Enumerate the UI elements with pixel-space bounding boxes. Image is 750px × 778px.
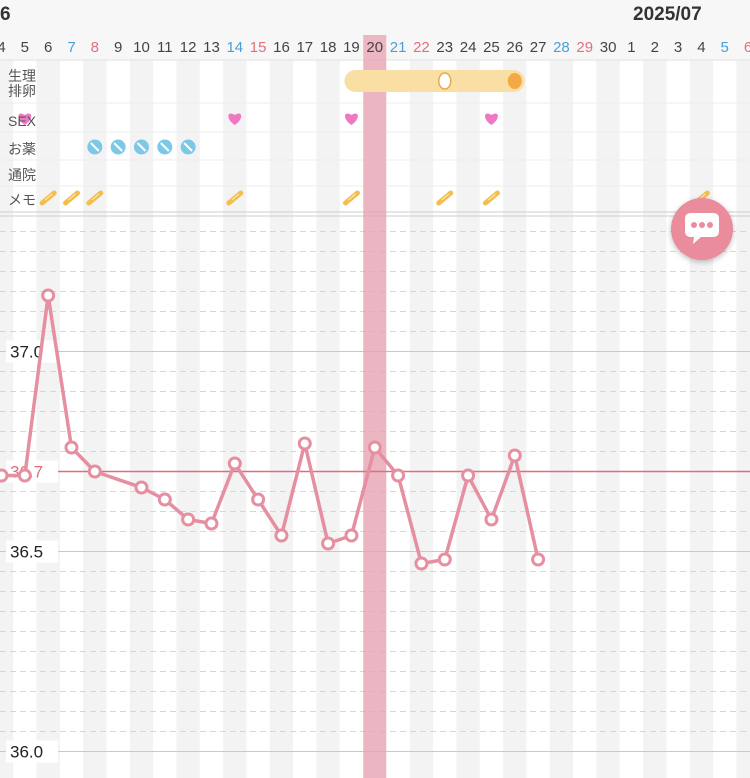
date-label: 27	[530, 39, 547, 56]
day-stripe	[503, 60, 527, 778]
temperature-point	[367, 440, 382, 455]
y-tick-label: 36.0	[10, 743, 43, 762]
ovulation-day-dot	[507, 73, 522, 89]
date-label: 25	[483, 39, 500, 56]
temperature-point	[461, 468, 476, 483]
temperature-point	[274, 528, 289, 543]
temperature-point	[157, 492, 172, 507]
day-stripe	[316, 60, 340, 778]
date-label: 11	[157, 39, 173, 56]
day-stripe	[409, 60, 434, 778]
bbt-chart: 4 5 6 7 8 9 10 11 12 13 14 15 16 17 18 19 20 21 22 23 24 25 26…	[0, 0, 750, 778]
date-label: 5	[721, 39, 729, 56]
date-label: 23	[436, 39, 453, 56]
date-label: 5	[21, 39, 29, 56]
day-stripe	[83, 60, 107, 778]
y-tick-label: 37.0	[10, 343, 43, 362]
day-stripe	[643, 60, 667, 778]
row-label-sex: SEX	[8, 113, 37, 129]
date-label: 6	[44, 39, 52, 56]
date-label: 9	[114, 39, 122, 56]
date-label: 6	[744, 39, 750, 56]
selected-day-highlight	[363, 35, 387, 778]
date-label: 19	[343, 39, 360, 56]
temperature-point	[507, 448, 522, 463]
temperature-point	[181, 512, 196, 527]
temperature-point	[134, 480, 149, 495]
date-label: 21	[390, 39, 407, 56]
day-stripe	[736, 60, 750, 778]
row-label-clinic: 通院	[8, 167, 36, 183]
temperature-point	[484, 512, 499, 527]
date-label: 1	[627, 39, 635, 56]
day-stripe	[129, 60, 154, 778]
date-label: 4	[0, 39, 6, 56]
date-label: 28	[553, 39, 570, 56]
date-label: 22	[413, 39, 430, 56]
day-stripe	[269, 60, 294, 778]
temperature-point	[41, 288, 56, 303]
month-label: 2025/07	[633, 4, 702, 25]
temperature-point	[531, 552, 546, 567]
temperature-point	[414, 556, 429, 571]
chat-button[interactable]	[671, 198, 733, 260]
temperature-point	[297, 436, 312, 451]
day-stripe	[689, 60, 714, 778]
row-label-period: 生理	[8, 68, 36, 84]
day-stripe	[176, 60, 200, 778]
temperature-point	[227, 456, 242, 471]
temperature-point	[437, 552, 452, 567]
temperature-point	[204, 516, 219, 531]
prev-month-fragment: 6	[0, 4, 11, 25]
chat-bubble-icon	[685, 213, 719, 244]
date-label: 2	[651, 39, 659, 56]
temperature-point	[0, 468, 9, 483]
egg-icon	[438, 72, 452, 90]
day-stripe	[36, 60, 60, 778]
day-stripe	[456, 60, 480, 778]
temperature-point	[251, 492, 266, 507]
date-label: 30	[600, 39, 617, 56]
day-stripe	[549, 60, 574, 778]
date-label: 20	[366, 39, 383, 56]
temperature-point	[17, 468, 32, 483]
date-label: 13	[203, 39, 220, 56]
date-label: 15	[250, 39, 267, 56]
date-label: 7	[67, 39, 75, 56]
y-tick-label: 36.5	[10, 543, 43, 562]
date-label: 16	[273, 39, 290, 56]
day-stripe	[596, 60, 620, 778]
date-label: 29	[576, 39, 593, 56]
temperature-point	[391, 468, 406, 483]
row-label-medicine: お薬	[8, 141, 36, 157]
date-label: 10	[133, 39, 150, 56]
date-label: 8	[91, 39, 99, 56]
ovulation-range-bar	[344, 70, 525, 92]
day-stripe	[223, 60, 247, 778]
row-label-ovulation: 排卵	[8, 83, 36, 99]
date-label: 4	[697, 39, 705, 56]
temperature-point	[321, 536, 336, 551]
date-label: 18	[320, 39, 337, 56]
date-label: 12	[180, 39, 197, 56]
date-label: 17	[296, 39, 313, 56]
date-label: 3	[674, 39, 682, 56]
temperature-point	[344, 528, 359, 543]
date-label: 14	[226, 39, 243, 56]
date-label: 26	[506, 39, 523, 56]
temperature-point	[64, 440, 79, 455]
date-label: 24	[460, 39, 477, 56]
row-label-memo: メモ	[8, 192, 36, 208]
temperature-point	[87, 464, 102, 479]
